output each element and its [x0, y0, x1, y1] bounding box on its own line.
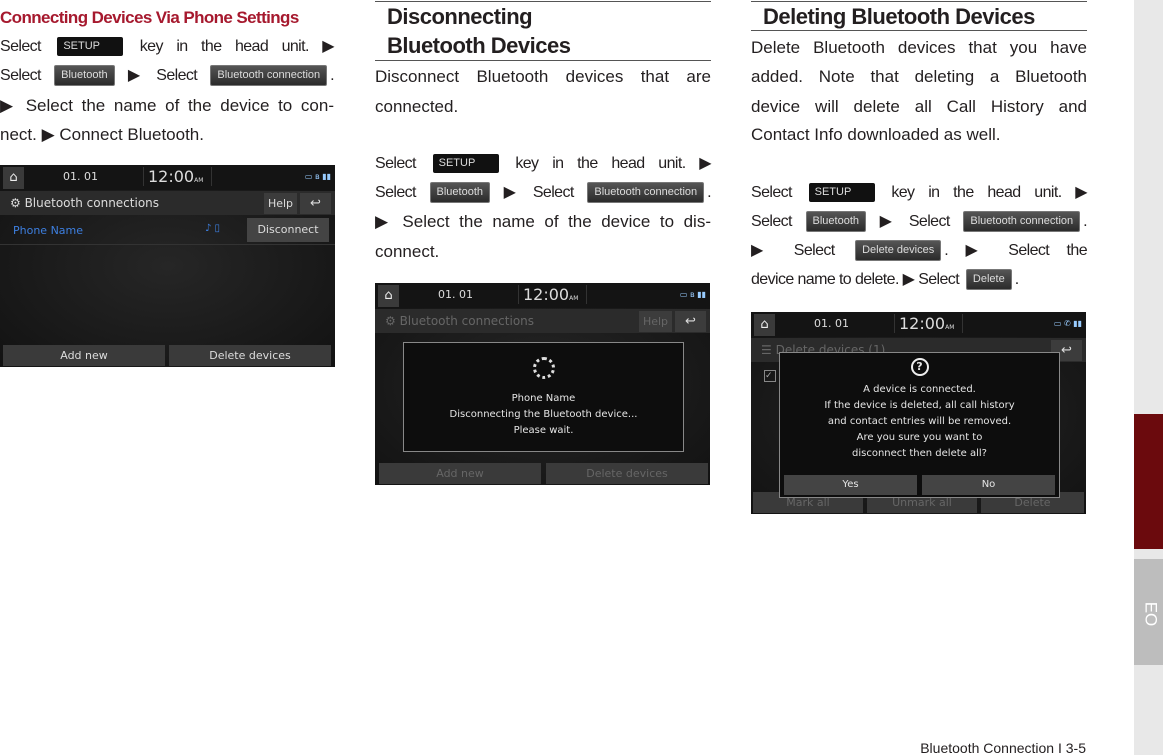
text-line: ▶ Select the name of the device to dis- — [375, 211, 711, 233]
loading-spinner-icon — [532, 357, 555, 379]
key-label-bluetooth-connection: Bluetooth connection — [587, 182, 705, 204]
text-line: Contact Info downloaded as well. — [751, 124, 1087, 146]
text-segment: device name to delete. ▶ Select — [751, 271, 963, 288]
text-line: ▶ Select the name of the device to con- — [0, 95, 334, 117]
text-segment: Disconnect Bluetooth devices that are — [375, 67, 711, 86]
text-segment: Select — [0, 67, 52, 84]
text-segment: nect. ▶ Connect Bluetooth. — [0, 125, 204, 144]
delete-devices-button[interactable]: Delete devices — [546, 463, 708, 484]
text-segment: ▶ Select the name of the device to con- — [0, 96, 334, 115]
text-line: Select SETUP key in the head unit. ▶ — [0, 36, 335, 58]
home-icon[interactable]: ⌂ — [754, 314, 775, 336]
key-label-delete: Delete — [965, 269, 1012, 291]
text-line: connected. — [375, 96, 711, 118]
text-line: Disconnect Bluetooth devices that are — [375, 66, 711, 88]
text-segment: ▶ Select the name of the device to dis- — [375, 212, 711, 231]
section-heading: Deleting Bluetooth Devices — [751, 1, 1087, 31]
checkbox-icon[interactable]: ✓ — [764, 370, 776, 382]
question-icon: ? — [910, 358, 929, 376]
status-icons: ▭ ✆ ▮▮ — [1053, 319, 1082, 328]
text-segment: ▶ Select — [117, 67, 208, 84]
text-segment: Select — [751, 213, 803, 230]
key-label-bluetooth-connection: Bluetooth connection — [963, 211, 1081, 233]
date: 01. 01 — [438, 288, 473, 301]
phone-name[interactable]: Phone Name — [13, 224, 83, 237]
text-segment: . — [707, 184, 711, 201]
text-line: device will delete all Call History and — [751, 96, 1087, 118]
text-line: connect. — [375, 241, 711, 263]
add-new-button[interactable]: Add new — [3, 345, 165, 366]
text-line: Delete Bluetooth devices that you have — [751, 37, 1087, 59]
text-segment: device will delete all Call History and — [751, 97, 1087, 116]
text-line: ▶ Select Delete devices. ▶ Select the — [751, 240, 1088, 262]
text-segment: connect. — [375, 242, 440, 261]
index-tab-active[interactable] — [1134, 414, 1163, 549]
text-segment: key in the head unit. ▶ — [126, 38, 335, 55]
text-segment: Select — [0, 38, 55, 55]
clock: 12:00AM — [143, 167, 213, 186]
text-line: added. Note that deleting a Bluetooth — [751, 66, 1087, 88]
text-segment: ▶ Select — [493, 184, 585, 201]
text-line: Select SETUP key in the head unit. ▶ — [375, 153, 712, 175]
key-label-delete-devices: Delete devices — [855, 240, 942, 262]
key-label-bluetooth-connection: Bluetooth connection — [210, 65, 328, 87]
text-line: Select Bluetooth ▶ Select Bluetooth conn… — [751, 211, 1088, 233]
yes-button[interactable]: Yes — [784, 475, 917, 495]
text-segment: . — [1014, 271, 1019, 288]
clock: 12:00AM — [894, 314, 964, 333]
index-tab-eo[interactable]: EO — [1134, 559, 1163, 665]
back-arrow-icon[interactable]: ↩ — [675, 311, 706, 332]
key-label-setup: SETUP — [57, 37, 124, 57]
text-line: Select Bluetooth ▶ Select Bluetooth conn… — [375, 182, 712, 204]
text-segment: added. Note that deleting a Bluetooth — [751, 67, 1087, 86]
home-icon[interactable]: ⌂ — [378, 285, 399, 307]
text-line: device name to delete. ▶ Select Delete. — [751, 269, 1087, 291]
status-icons: ▭ ʙ ▮▮ — [679, 290, 706, 299]
text-segment: . ▶ Select the — [944, 242, 1087, 259]
confirm-dialog: ? A device is connected. If the device i… — [779, 352, 1060, 498]
back-arrow-icon[interactable]: ↩ — [300, 193, 331, 214]
text-segment: Select — [375, 184, 427, 201]
text-segment: Select — [751, 184, 806, 201]
side-index-tabs: EO — [1134, 0, 1163, 755]
no-button[interactable]: No — [922, 475, 1055, 495]
text-segment: Contact Info downloaded as well. — [751, 125, 1001, 144]
section-heading: Connecting Devices Via Phone Settings — [0, 8, 299, 27]
text-segment: ▶ Select — [751, 242, 853, 259]
help-button[interactable]: Help — [264, 193, 297, 214]
key-label-bluetooth: Bluetooth — [54, 65, 115, 87]
text-segment: connected. — [375, 97, 459, 116]
text-segment: Delete Bluetooth devices that you have — [751, 38, 1087, 57]
add-new-button[interactable]: Add new — [379, 463, 541, 484]
text-line: nect. ▶ Connect Bluetooth. — [0, 124, 334, 146]
key-label-setup: SETUP — [432, 154, 499, 174]
key-label-bluetooth: Bluetooth — [429, 182, 491, 204]
text-segment: key in the head unit. ▶ — [501, 155, 711, 172]
text-segment: key in the head unit. ▶ — [877, 184, 1087, 201]
help-button[interactable]: Help — [639, 311, 672, 332]
key-label-bluetooth: Bluetooth — [805, 211, 867, 233]
delete-devices-button[interactable]: Delete devices — [169, 345, 331, 366]
text-segment: . — [1083, 213, 1087, 230]
clock: 12:00AM — [518, 285, 588, 304]
text-segment: . — [330, 67, 334, 84]
bluetooth-audio-icon: ♪ ▯ — [205, 223, 221, 234]
text-segment: ▶ Select — [869, 213, 961, 230]
progress-dialog: Phone Name Disconnecting the Bluetooth d… — [403, 342, 684, 452]
screenshot-disconnecting: ⌂ 01. 01 12:00AM ▭ ʙ ▮▮ ⚙ Bluetooth conn… — [375, 283, 710, 485]
home-icon[interactable]: ⌂ — [3, 167, 24, 189]
section-heading: Disconnecting Bluetooth Devices — [375, 1, 711, 61]
text-line: Select SETUP key in the head unit. ▶ — [751, 182, 1088, 204]
text-line: Select Bluetooth ▶ Select Bluetooth conn… — [0, 65, 335, 87]
date: 01. 01 — [814, 317, 849, 330]
key-label-setup: SETUP — [808, 183, 875, 203]
status-icons: ▭ ʙ ▮▮ — [304, 172, 331, 181]
date: 01. 01 — [63, 170, 98, 183]
disconnect-button[interactable]: Disconnect — [247, 218, 329, 242]
screenshot-bluetooth-connections: ⌂ 01. 01 12:00AM ▭ ʙ ▮▮ ⚙ Bluetooth conn… — [0, 165, 335, 367]
text-segment: Select — [375, 155, 430, 172]
screenshot-delete-devices: ⌂ 01. 01 12:00AM ▭ ✆ ▮▮ ☰ Delete devices… — [751, 312, 1086, 514]
page-footer: Bluetooth Connection I 3-5 — [920, 740, 1086, 756]
